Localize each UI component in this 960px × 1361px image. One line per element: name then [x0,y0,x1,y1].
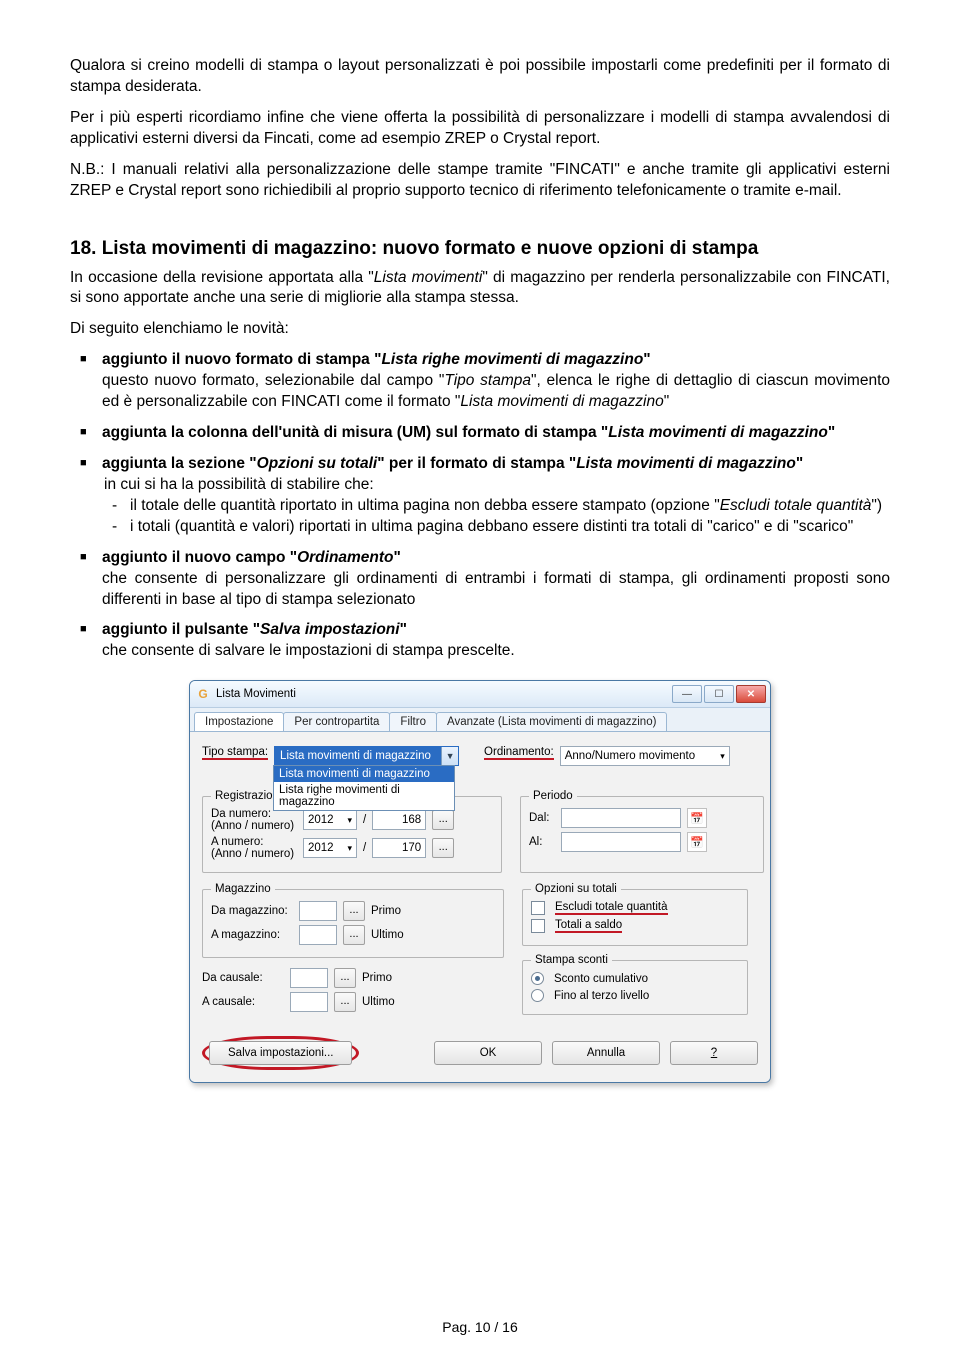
page-footer: Pag. 10 / 16 [0,1319,960,1335]
a-magazzino-value: Ultimo [371,929,404,941]
dal-input[interactable] [561,808,681,828]
minimize-button[interactable]: — [672,685,702,703]
help-button[interactable]: ? [670,1041,758,1065]
da-causale-input[interactable] [290,968,328,988]
ordinamento-label: Ordinamento: [484,746,554,760]
a-causale-value: Ultimo [362,996,395,1008]
app-icon: G [196,687,210,701]
bullet-4: aggiunto il nuovo campo "Ordinamento" ch… [102,548,890,611]
section-para-2: Di seguito elenchiamo le novità: [70,319,890,340]
chevron-down-icon: ▾ [720,751,725,762]
lookup-da-button[interactable]: ... [432,810,454,830]
dropdown-opt-2[interactable]: Lista righe movimenti di magazzino [274,782,454,810]
checkbox-icon [531,901,545,915]
bullet-1: aggiunto il nuovo formato di stampa "Lis… [102,350,890,413]
close-button[interactable]: ✕ [736,685,766,703]
anno-a-input[interactable]: 2012▾ [303,838,357,858]
a-numero-label: A numero: (Anno / numero) [211,836,297,860]
nb-note: N.B.: I manuali relativi alla personaliz… [70,160,890,202]
tab-impostazione[interactable]: Impostazione [194,712,284,731]
dal-label: Dal: [529,812,555,824]
checkbox-escludi[interactable]: Escludi totale quantità [531,901,739,915]
group-opzioni-totali: Opzioni su totali Escludi totale quantit… [522,883,748,946]
bullet-2: aggiunta la colonna dell'unità di misura… [102,423,890,444]
tab-strip: Impostazione Per contropartita Filtro Av… [190,708,770,731]
da-numero-label: Da numero: (Anno / numero) [211,808,297,832]
group-stampa-sconti: Stampa sconti Sconto cumulativo Fino al … [522,954,748,1015]
checkbox-icon [531,919,545,933]
section-para-1: In occasione della revisione apportata a… [70,268,890,310]
anno-da-input[interactable]: 2012▾ [303,810,357,830]
a-magazzino-input[interactable] [299,925,337,945]
da-magazzino-label: Da magazzino: [211,905,293,917]
tipo-stampa-combo[interactable]: Lista movimenti di magazzino ▼ [274,746,459,766]
numero-a-input[interactable]: 170 [372,838,426,858]
da-magazzino-lookup[interactable]: ... [343,901,365,921]
dialog-lista-movimenti: G Lista Movimenti — ☐ ✕ Impostazione Per… [189,680,771,1083]
tab-filtro[interactable]: Filtro [389,712,437,731]
al-input[interactable] [561,832,681,852]
da-magazzino-input[interactable] [299,901,337,921]
titlebar: G Lista Movimenti — ☐ ✕ [190,681,770,708]
maximize-button[interactable]: ☐ [704,685,734,703]
a-causale-lookup[interactable]: ... [334,992,356,1012]
tipo-stampa-dropdown[interactable]: Lista movimenti di magazzino Lista righe… [273,765,455,811]
numero-da-input[interactable]: 168 [372,810,426,830]
da-causale-label: Da causale: [202,972,284,984]
checkbox-totali-saldo[interactable]: Totali a saldo [531,919,739,933]
section-heading: 18. Lista movimenti di magazzino: nuovo … [70,238,890,260]
paragraph-2: Per i più esperti ricordiamo infine che … [70,108,890,150]
bullet-5: aggiunto il pulsante "Salva impostazioni… [102,620,890,662]
calendar-icon[interactable]: 📅 [687,832,707,852]
radio-icon [531,972,544,985]
radio-sconto-cumulativo[interactable]: Sconto cumulativo [531,972,739,985]
a-causale-label: A causale: [202,996,284,1008]
lookup-a-button[interactable]: ... [432,838,454,858]
a-causale-input[interactable] [290,992,328,1012]
calendar-icon[interactable]: 📅 [687,808,707,828]
salva-impostazioni-button[interactable]: Salva impostazioni... [209,1041,352,1065]
dropdown-opt-1[interactable]: Lista movimenti di magazzino [274,766,454,782]
ordinamento-combo[interactable]: Anno/Numero movimento ▾ [560,746,730,766]
ok-button[interactable]: OK [434,1041,542,1065]
da-causale-lookup[interactable]: ... [334,968,356,988]
annulla-button[interactable]: Annulla [552,1041,660,1065]
radio-fino-terzo[interactable]: Fino al terzo livello [531,989,739,1002]
a-magazzino-label: A magazzino: [211,929,293,941]
a-magazzino-lookup[interactable]: ... [343,925,365,945]
da-causale-value: Primo [362,972,392,984]
tipo-stampa-label: Tipo stampa: [202,746,268,760]
annotation-oval: Salva impostazioni... [202,1036,359,1070]
group-periodo: Periodo Dal: 📅 Al: 📅 [520,790,764,873]
radio-icon [531,989,544,1002]
paragraph-1: Qualora si creino modelli di stampa o la… [70,56,890,98]
da-magazzino-value: Primo [371,905,401,917]
tab-avanzate[interactable]: Avanzate (Lista movimenti di magazzino) [436,712,667,731]
tab-contropartita[interactable]: Per contropartita [283,712,390,731]
window-title: Lista Movimenti [216,688,672,700]
bullet-3: aggiunta la sezione "Opzioni su totali" … [102,454,890,538]
chevron-down-icon: ▼ [441,747,458,765]
group-magazzino: Magazzino Da magazzino: ... Primo A maga… [202,883,504,958]
al-label: Al: [529,836,555,848]
